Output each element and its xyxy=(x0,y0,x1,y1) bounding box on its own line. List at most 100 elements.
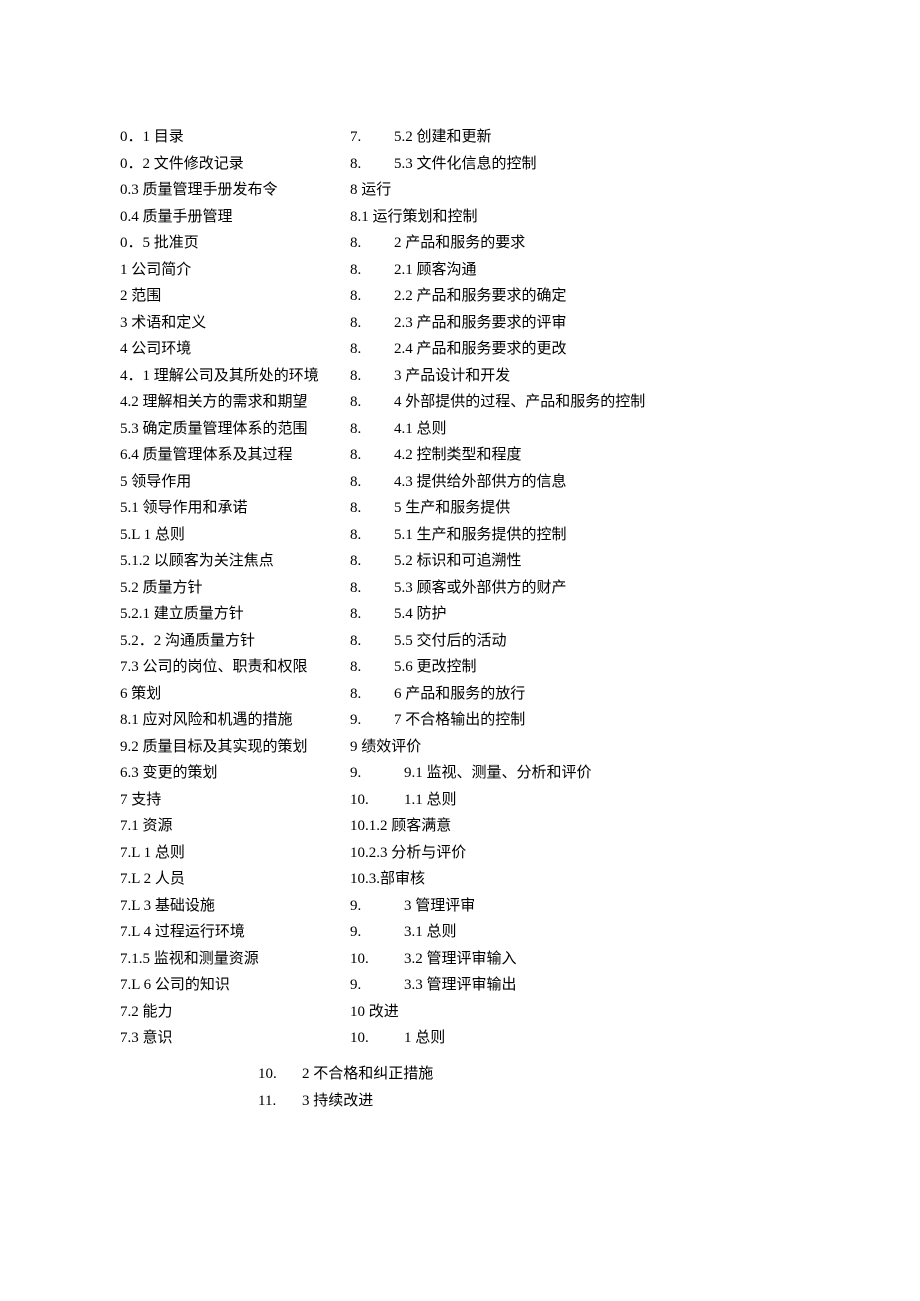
toc-entry: 8.1 应对风险和机遇的措施 xyxy=(120,707,319,734)
toc-entry-prefix: 9. xyxy=(350,893,404,920)
toc-entry: 8.5.1 生产和服务提供的控制 xyxy=(350,522,645,549)
toc-entry-prefix: 9. xyxy=(350,760,404,787)
toc-entry-text: 1.1 总则 xyxy=(404,792,457,808)
toc-entry-text: 5.3 文件化信息的控制 xyxy=(394,156,537,172)
toc-entry-text: 3 管理评审 xyxy=(404,898,475,914)
toc-entry: 10.3.2 管理评审输入 xyxy=(350,946,645,973)
toc-entry: 2 范围 xyxy=(120,283,319,310)
toc-entry: 5 领导作用 xyxy=(120,469,319,496)
toc-entry-prefix: 8. xyxy=(350,389,394,416)
toc-entry-text: 3.2 管理评审输入 xyxy=(404,951,517,967)
toc-entry-text: 3.3 管理评审输出 xyxy=(404,977,517,993)
toc-entry: 5.2 质量方针 xyxy=(120,575,319,602)
toc-entry-prefix: 8. xyxy=(350,257,394,284)
toc-entry-text: 2.4 产品和服务要求的更改 xyxy=(394,341,567,357)
toc-entry-text: 5.5 交付后的活动 xyxy=(394,633,507,649)
toc-entry: 5.2.1 建立质量方针 xyxy=(120,601,319,628)
toc-entry: 6.4 质量管理体系及其过程 xyxy=(120,442,319,469)
toc-entry-prefix: 8. xyxy=(350,336,394,363)
toc-entry: 4 公司环境 xyxy=(120,336,319,363)
toc-entry: 8.5.4 防护 xyxy=(350,601,645,628)
toc-entry-prefix: 8. xyxy=(350,495,394,522)
toc-entry: 8 运行 xyxy=(350,177,645,204)
toc-entry: 8.3 产品设计和开发 xyxy=(350,363,645,390)
toc-entry: 1 公司简介 xyxy=(120,257,319,284)
toc-entry-prefix: 8. xyxy=(350,469,394,496)
toc-entry: 9.3.3 管理评审输出 xyxy=(350,972,645,999)
toc-entry-text: 4.3 提供给外部供方的信息 xyxy=(394,474,567,490)
toc-entry-prefix: 8. xyxy=(350,601,394,628)
toc-entry-prefix: 8. xyxy=(350,416,394,443)
toc-entry: 8.5.3 文件化信息的控制 xyxy=(350,151,645,178)
toc-entry-prefix: 8. xyxy=(350,230,394,257)
toc-entry: 5.2．2 沟通质量方针 xyxy=(120,628,319,655)
toc-entry: 7.L 2 人员 xyxy=(120,866,319,893)
toc-entry: 0．5 批准页 xyxy=(120,230,319,257)
toc-entry-text: 2.1 顾客沟通 xyxy=(394,262,477,278)
toc-entry: 0．1 目录 xyxy=(120,124,319,151)
document-page: 0．1 目录0．2 文件修改记录0.3 质量管理手册发布令0.4 质量手册管理0… xyxy=(0,0,920,1301)
toc-entry: 9.9.1 监视、测量、分析和评价 xyxy=(350,760,645,787)
toc-entry-text: 5.2 标识和可追溯性 xyxy=(394,553,522,569)
toc-entry: 8.2.1 顾客沟通 xyxy=(350,257,645,284)
toc-entry: 5.L 1 总则 xyxy=(120,522,319,549)
toc-entry: 7 支持 xyxy=(120,787,319,814)
toc-entry: 0.3 质量管理手册发布令 xyxy=(120,177,319,204)
toc-entry: 8.2.3 产品和服务要求的评审 xyxy=(350,310,645,337)
toc-entry: 11.3 持续改进 xyxy=(258,1088,433,1115)
toc-entry: 8.4.1 总则 xyxy=(350,416,645,443)
toc-entry: 8.4.2 控制类型和程度 xyxy=(350,442,645,469)
toc-entry: 8.1 运行策划和控制 xyxy=(350,204,645,231)
toc-entry: 8.5.5 交付后的活动 xyxy=(350,628,645,655)
toc-left-column: 0．1 目录0．2 文件修改记录0.3 质量管理手册发布令0.4 质量手册管理0… xyxy=(120,124,319,1052)
toc-entry: 0．2 文件修改记录 xyxy=(120,151,319,178)
toc-entry-prefix: 8. xyxy=(350,283,394,310)
toc-bottom-lines: 10.2 不合格和纠正措施11.3 持续改进 xyxy=(258,1061,433,1114)
toc-entry-prefix: 10. xyxy=(258,1061,302,1088)
toc-entry-prefix: 8. xyxy=(350,628,394,655)
toc-entry: 4．1 理解公司及其所处的环境 xyxy=(120,363,319,390)
toc-entry: 9.3 管理评审 xyxy=(350,893,645,920)
toc-entry: 7.5.2 创建和更新 xyxy=(350,124,645,151)
toc-entry: 7.L 6 公司的知识 xyxy=(120,972,319,999)
toc-entry: 10 改进 xyxy=(350,999,645,1026)
toc-entry-prefix: 11. xyxy=(258,1088,302,1115)
toc-entry-text: 5.4 防护 xyxy=(394,606,447,622)
toc-entry: 8.5.2 标识和可追溯性 xyxy=(350,548,645,575)
toc-entry: 8.4.3 提供给外部供方的信息 xyxy=(350,469,645,496)
toc-entry-text: 5.3 顾客或外部供方的财产 xyxy=(394,580,567,596)
toc-entry-text: 2 不合格和纠正措施 xyxy=(302,1066,433,1082)
toc-entry-prefix: 8. xyxy=(350,442,394,469)
toc-entry: 4.2 理解相关方的需求和期望 xyxy=(120,389,319,416)
toc-entry: 8.2 产品和服务的要求 xyxy=(350,230,645,257)
toc-entry-text: 3 持续改进 xyxy=(302,1093,373,1109)
toc-entry-prefix: 8. xyxy=(350,575,394,602)
toc-entry-text: 5 生产和服务提供 xyxy=(394,500,510,516)
toc-entry: 7.L 4 过程运行环境 xyxy=(120,919,319,946)
toc-entry-text: 1 总则 xyxy=(404,1030,445,1046)
toc-entry-text: 4.1 总则 xyxy=(394,421,447,437)
toc-entry: 5.3 确定质量管理体系的范围 xyxy=(120,416,319,443)
toc-entry: 9.7 不合格输出的控制 xyxy=(350,707,645,734)
toc-entry: 6 策划 xyxy=(120,681,319,708)
toc-entry-prefix: 9. xyxy=(350,707,394,734)
toc-entry-text: 5.1 生产和服务提供的控制 xyxy=(394,527,567,543)
toc-entry-text: 4 外部提供的过程、产品和服务的控制 xyxy=(394,394,645,410)
toc-entry-text: 5.2 创建和更新 xyxy=(394,129,492,145)
toc-entry-prefix: 8. xyxy=(350,681,394,708)
toc-entry: 7.1 资源 xyxy=(120,813,319,840)
toc-entry: 7.3 公司的岗位、职责和权限 xyxy=(120,654,319,681)
toc-entry: 0.4 质量手册管理 xyxy=(120,204,319,231)
toc-entry-text: 2.2 产品和服务要求的确定 xyxy=(394,288,567,304)
toc-entry-text: 5.6 更改控制 xyxy=(394,659,477,675)
toc-entry: 8.4 外部提供的过程、产品和服务的控制 xyxy=(350,389,645,416)
toc-entry: 7.L 3 基础设施 xyxy=(120,893,319,920)
toc-entry: 8.5.6 更改控制 xyxy=(350,654,645,681)
toc-entry: 10.3.部审核 xyxy=(350,866,645,893)
toc-entry-prefix: 10. xyxy=(350,1025,404,1052)
toc-entry-prefix: 9. xyxy=(350,919,404,946)
toc-entry: 8.6 产品和服务的放行 xyxy=(350,681,645,708)
toc-entry-prefix: 10. xyxy=(350,787,404,814)
toc-entry: 10.2.3 分析与评价 xyxy=(350,840,645,867)
toc-entry: 10.2 不合格和纠正措施 xyxy=(258,1061,433,1088)
